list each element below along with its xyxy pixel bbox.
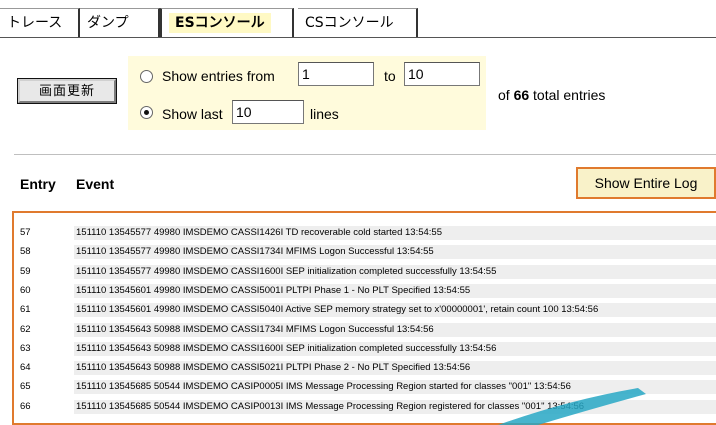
log-event-text: 151110 13545577 49980 IMSDEMO CASSI1600I…: [74, 264, 716, 279]
tab-es-console[interactable]: ESコンソール: [160, 8, 294, 38]
total-prefix: of: [498, 87, 510, 103]
log-event-text: 151110 13545643 50988 IMSDEMO CASSI5021I…: [74, 361, 716, 376]
total-entries-text: of 66 total entries: [498, 87, 605, 103]
tab-label: ESコンソール: [169, 13, 271, 33]
tab-divider: [0, 37, 716, 38]
log-row: 61 151110 13545601 49980 IMSDEMO CASSI504…: [14, 301, 716, 319]
show-last-radio[interactable]: [140, 106, 153, 119]
header-divider: [14, 154, 716, 155]
log-event-text: 151110 13545601 49980 IMSDEMO CASSI5001I…: [74, 283, 716, 298]
log-event-text: 151110 13545643 50988 IMSDEMO CASSI1600I…: [74, 341, 716, 356]
tab-label: ダンプ: [87, 15, 129, 31]
log-entry-number: 63: [20, 342, 31, 354]
total-suffix: total entries: [533, 87, 606, 103]
log-event-text: 151110 13545577 49980 IMSDEMO CASSI1734I…: [74, 245, 716, 260]
tab-dump[interactable]: ダンプ: [80, 8, 160, 38]
show-last-label: Show last: [162, 106, 223, 122]
log-row: 59 151110 13545577 49980 IMSDEMO CASSI160…: [14, 263, 716, 281]
total-count: 66: [513, 87, 530, 103]
last-lines-input[interactable]: [232, 100, 304, 124]
log-entry-number: 57: [20, 227, 31, 238]
log-event-text: 151110 13545601 49980 IMSDEMO CASSI5040I…: [74, 303, 716, 318]
log-entry-number: 62: [20, 323, 31, 335]
log-entry-number: 58: [20, 246, 31, 258]
log-event-text: 151110 13545643 50988 IMSDEMO CASSI1734I…: [74, 322, 716, 337]
log-row: 64 151110 13545643 50988 IMSDEMO CASSI502…: [14, 359, 716, 377]
log-row: 60 151110 13545601 49980 IMSDEMO CASSI500…: [14, 282, 716, 300]
from-input[interactable]: [298, 62, 374, 86]
event-column-header: Event: [76, 176, 115, 192]
tab-bar: トレース ダンプ ESコンソール CSコンソール: [0, 0, 716, 38]
show-entire-log-button[interactable]: Show Entire Log: [576, 167, 716, 199]
show-entries-from-radio[interactable]: [140, 70, 153, 83]
log-entry-number: 61: [20, 304, 31, 316]
log-entry-number: 66: [20, 400, 31, 412]
log-entry-number: 60: [20, 284, 31, 296]
log-row: 57 151110 13545577 49980 IMSDEMO CASSI142…: [14, 224, 716, 242]
log-entry-number: 59: [20, 265, 31, 277]
lines-label: lines: [310, 106, 339, 122]
log-row: 58 151110 13545577 49980 IMSDEMO CASSI173…: [14, 243, 716, 261]
log-entry-number: 64: [20, 362, 31, 374]
tab-trace[interactable]: トレース: [0, 8, 80, 38]
log-row: 63 151110 13545643 50988 IMSDEMO CASSI160…: [14, 340, 716, 358]
tab-cs-console[interactable]: CSコンソール: [298, 8, 418, 38]
tab-label: CSコンソール: [305, 15, 394, 31]
to-label: to: [384, 68, 396, 84]
to-input[interactable]: [404, 62, 480, 86]
log-entry-number: 65: [20, 381, 31, 393]
entry-column-header: Entry: [20, 176, 56, 192]
log-event-text: 151110 13545577 49980 IMSDEMO CASSI1426I…: [74, 226, 716, 240]
log-row: 62 151110 13545643 50988 IMSDEMO CASSI173…: [14, 321, 716, 339]
entry-filter-panel: Show entries from to Show last lines: [128, 56, 486, 130]
tab-label: トレース: [7, 15, 63, 31]
show-entries-from-label: Show entries from: [162, 68, 275, 84]
refresh-button[interactable]: 画面更新: [17, 78, 117, 104]
decorative-swoosh: [498, 388, 646, 425]
